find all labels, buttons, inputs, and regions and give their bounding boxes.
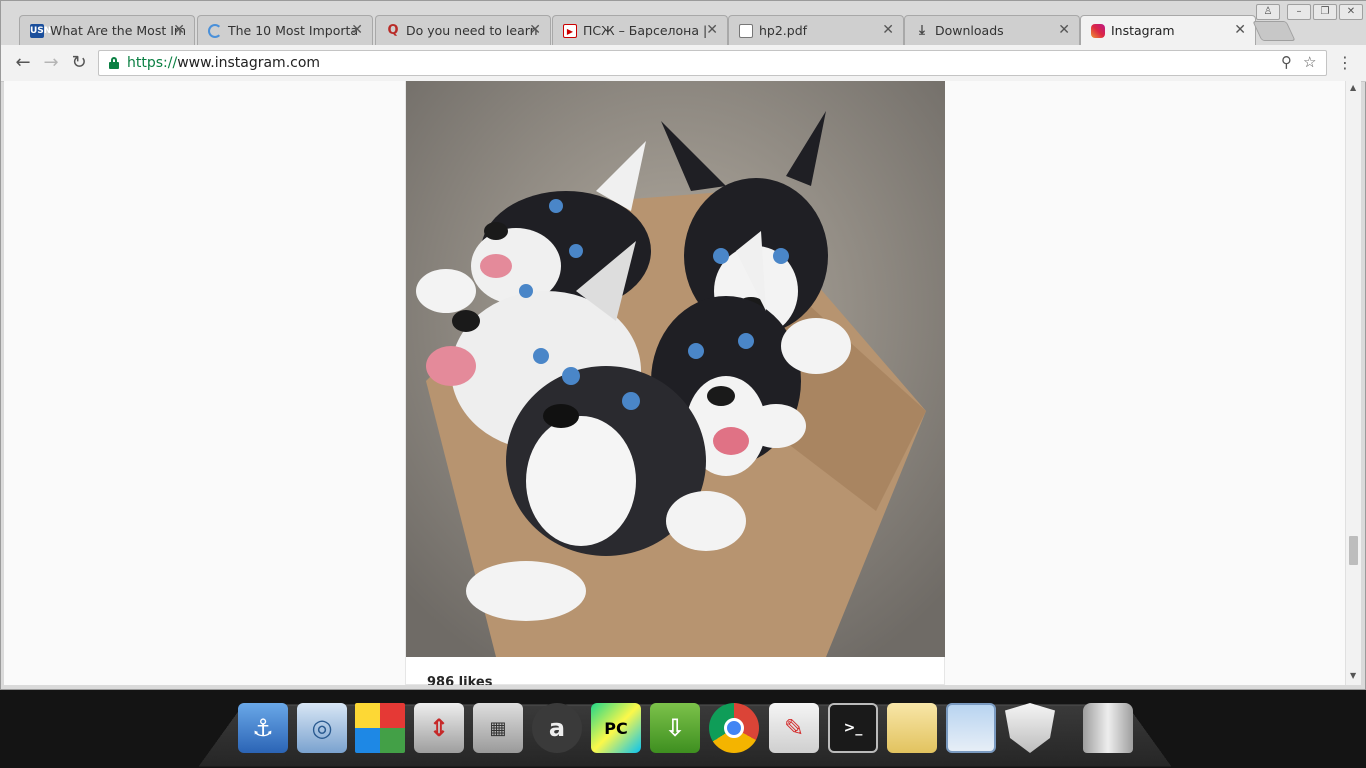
up-down-arrows-icon[interactable]: ⇕ [414,703,464,753]
page-viewport: 986 likes [4,81,1345,685]
url-scheme: https:// [127,55,178,71]
tab-title: What Are the Most Im [50,23,187,38]
loading-spinner-icon [208,24,222,38]
tab-psg-barcelona[interactable]: ▶ ПСЖ – Барселона | ✕ [552,15,728,45]
instagram-post: 986 likes [405,81,945,685]
close-icon[interactable]: ✕ [173,16,185,45]
download-icon: ⤓ [919,23,925,38]
scroll-down-icon[interactable]: ▼ [1350,671,1356,680]
instagram-favicon-icon [1091,24,1105,38]
husky-puppies-image [406,81,945,657]
quora-favicon-icon: Q [387,23,399,38]
toolbar: ← → ↻ https://www.instagram.com ⚲ ☆ ⋮ [1,45,1366,82]
back-button[interactable]: ← [11,51,35,75]
address-bar[interactable]: https://www.instagram.com ⚲ ☆ [98,50,1327,76]
tab-usnews[interactable]: USN What Are the Most Im ✕ [19,15,195,45]
tab-title: Do you need to learn [406,23,538,38]
tab-title: hp2.pdf [759,23,808,38]
bookmark-star-icon[interactable]: ☆ [1303,53,1316,71]
chrome-icon[interactable] [709,703,759,753]
tab-title: ПСЖ – Барселона | [583,23,708,38]
profile-icon[interactable]: ♙ [1256,4,1280,20]
scroll-up-icon[interactable]: ▲ [1350,83,1356,92]
tab-instagram[interactable]: Instagram ✕ [1080,15,1256,45]
vertical-scrollbar[interactable]: ▲ ▼ [1345,81,1361,685]
post-photo[interactable] [406,81,945,657]
document-icon [739,24,753,38]
forward-button[interactable]: → [39,51,63,75]
a-circle-icon[interactable]: a [532,703,582,753]
window-icon[interactable] [946,703,996,753]
close-icon[interactable]: ✕ [1234,16,1246,45]
maximize-button[interactable]: ❐ [1313,4,1337,20]
download-green-icon[interactable]: ⇩ [650,703,700,753]
tab-quora[interactable]: Q Do you need to learn ✕ [375,15,551,45]
lock-icon [109,57,119,69]
folder-icon[interactable] [887,703,937,753]
usn-favicon-icon: USN [30,24,52,38]
url-host: www.instagram.com [177,55,321,71]
menu-kebab-icon[interactable]: ⋮ [1337,52,1353,74]
pycharm-icon[interactable]: PC [591,703,641,753]
url-text[interactable]: https://www.instagram.com [127,51,320,75]
tab-title: Instagram [1111,23,1175,38]
reload-button[interactable]: ↻ [67,51,91,75]
close-icon[interactable]: ✕ [351,16,363,45]
new-tab-button[interactable] [1252,21,1296,41]
tab-most-important[interactable]: The 10 Most Importa ✕ [197,15,373,45]
likes-count[interactable]: 986 likes [427,675,492,685]
calculator-icon[interactable]: ▦ [473,703,523,753]
tab-title: The 10 Most Importa [228,23,359,38]
tab-strip: USN What Are the Most Im ✕ The 10 Most I… [1,1,1366,45]
tab-title: Downloads [935,23,1004,38]
trash-icon[interactable] [1083,703,1133,753]
pdf-reader-icon[interactable]: ✎ [769,703,819,753]
swirl-app-icon[interactable]: ◎ [297,703,347,753]
close-icon[interactable]: ✕ [529,16,541,45]
play-favicon-icon: ▶ [563,24,577,38]
close-icon[interactable]: ✕ [1058,16,1070,45]
tab-hp2-pdf[interactable]: hp2.pdf ✕ [728,15,904,45]
close-icon[interactable]: ✕ [882,16,894,45]
color-cubes-icon[interactable] [355,703,405,753]
scrollbar-thumb[interactable] [1349,536,1358,565]
zoom-icon[interactable]: ⚲ [1281,53,1292,71]
close-icon[interactable]: ✕ [706,16,718,45]
tab-downloads[interactable]: ⤓ Downloads ✕ [904,15,1080,45]
terminal-icon[interactable]: >_ [828,703,878,753]
anchor-icon[interactable]: ⚓ [238,703,288,753]
close-window-button[interactable]: ✕ [1339,4,1363,20]
minimize-button[interactable]: – [1287,4,1311,20]
